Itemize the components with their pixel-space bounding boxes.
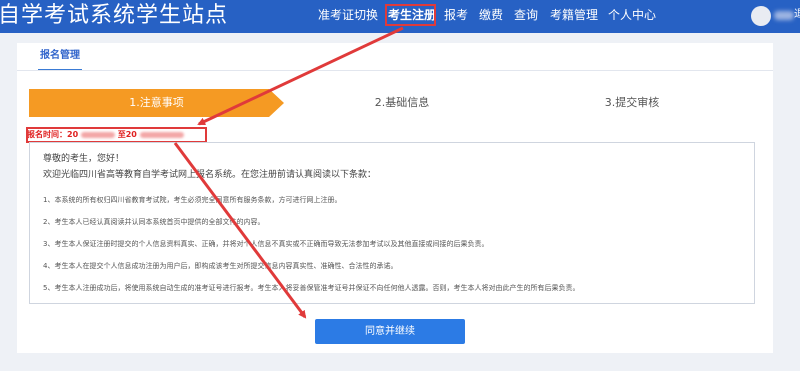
annotation-arrows [173, 26, 404, 319]
arrow-to-agree-button [173, 142, 307, 319]
arrow-to-period [197, 26, 404, 126]
